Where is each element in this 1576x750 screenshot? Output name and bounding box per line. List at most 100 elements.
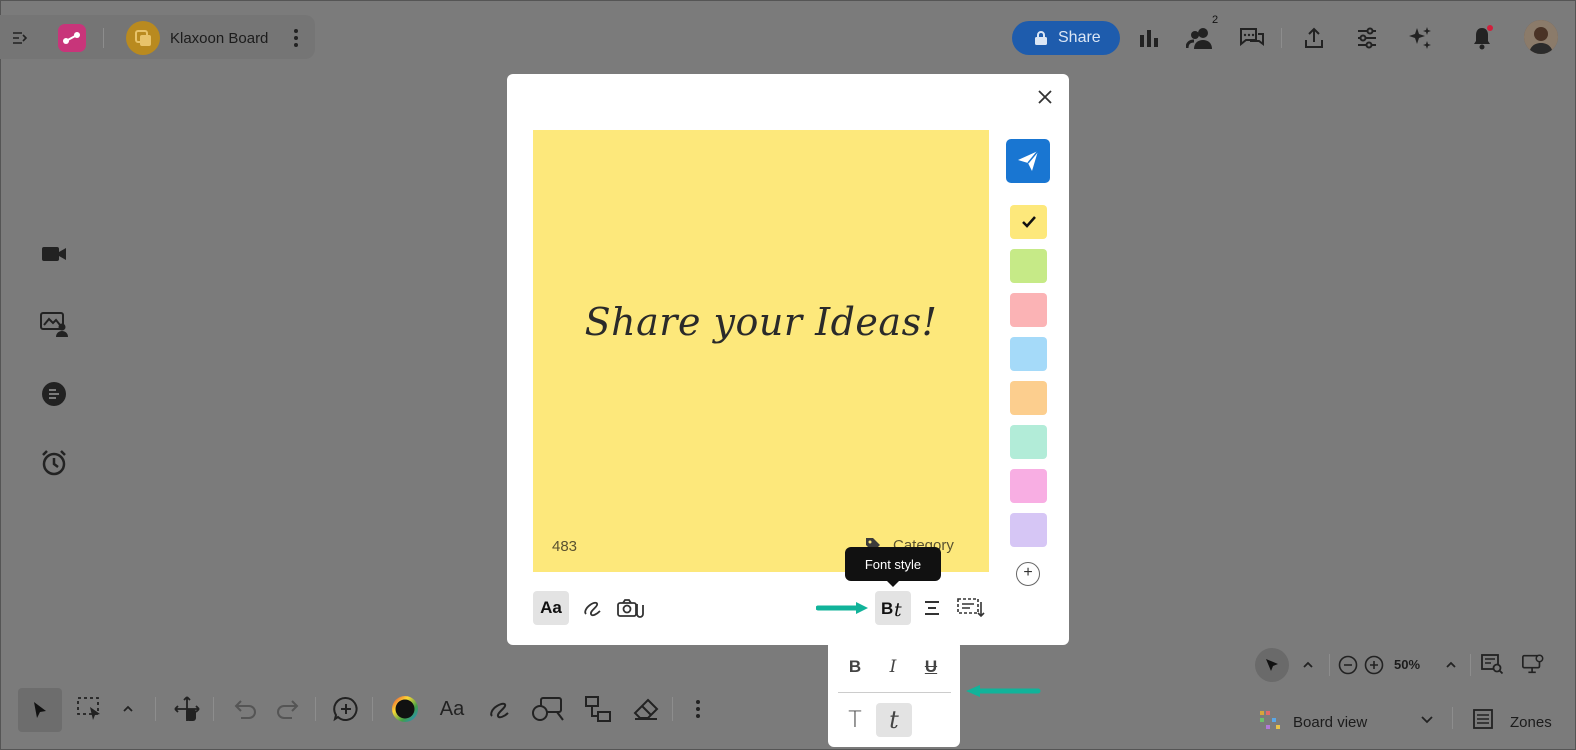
view-divider (1452, 707, 1453, 729)
underline-button[interactable]: U (914, 651, 948, 683)
add-color-button[interactable]: + (1016, 562, 1040, 586)
send-button[interactable] (1006, 139, 1050, 183)
sticky-note-text[interactable]: Share your Ideas! (533, 300, 989, 344)
zoom-level[interactable]: 50% (1394, 657, 1420, 672)
toolbar-divider (672, 697, 673, 721)
eraser-tool-button[interactable] (630, 693, 662, 725)
handwritten-font-button[interactable]: t (876, 703, 912, 737)
chat-icon[interactable] (1238, 24, 1266, 52)
zoom-in-icon[interactable] (1362, 653, 1386, 677)
zoom-divider (1470, 654, 1471, 676)
connector-tool-button[interactable] (582, 693, 614, 725)
board-logo-icon[interactable] (126, 21, 160, 55)
text-fit-button[interactable] (953, 591, 989, 625)
add-idea-button[interactable] (330, 693, 362, 725)
menu-toggle-icon[interactable] (10, 28, 30, 48)
media-button[interactable] (613, 591, 649, 625)
popup-divider (838, 692, 951, 693)
export-icon[interactable] (1300, 24, 1328, 52)
italic-button[interactable]: I (876, 651, 910, 683)
ai-sparkle-icon[interactable] (1406, 24, 1434, 52)
settings-sliders-icon[interactable] (1353, 24, 1381, 52)
color-swatch-pink[interactable] (1010, 293, 1047, 327)
shapes-icon (531, 696, 565, 722)
pan-tool-button[interactable] (171, 693, 203, 725)
agenda-icon[interactable] (40, 380, 68, 408)
timer-icon[interactable] (40, 449, 68, 477)
text-fit-icon (957, 597, 985, 619)
sticky-note-editor[interactable] (533, 130, 989, 572)
color-swatch-yellow[interactable] (1010, 205, 1047, 239)
navigation-mode-button[interactable] (1255, 648, 1289, 682)
color-swatch-mint[interactable] (1010, 425, 1047, 459)
color-swatch-green[interactable] (1010, 249, 1047, 283)
connector-icon (584, 695, 612, 723)
toolbar-divider (155, 697, 156, 721)
color-swatch-orange[interactable] (1010, 381, 1047, 415)
close-icon[interactable] (1034, 86, 1056, 108)
draw-tool-button[interactable] (484, 693, 516, 725)
color-wheel-icon (391, 695, 419, 723)
color-swatch-blue[interactable] (1010, 337, 1047, 371)
text-align-button[interactable] (914, 591, 950, 625)
participants-icon[interactable] (1186, 24, 1214, 52)
bold-italic-icon: Bt (879, 596, 907, 620)
eraser-icon (632, 697, 660, 721)
undo-icon (232, 698, 258, 720)
undo-button[interactable] (229, 693, 261, 725)
board-view-icon[interactable] (1258, 708, 1282, 732)
analytics-icon[interactable] (1135, 24, 1163, 52)
pen-scribble-icon (488, 698, 512, 720)
redo-button[interactable] (272, 693, 304, 725)
bold-button[interactable]: B (838, 651, 872, 683)
screen-settings-icon[interactable] (1521, 652, 1545, 676)
normal-font-button[interactable]: T (838, 704, 872, 736)
toolbar-divider (315, 697, 316, 721)
paper-plane-icon (1016, 149, 1040, 173)
pen-scribble-icon (582, 598, 604, 618)
color-picker-button[interactable] (389, 693, 421, 725)
user-avatar[interactable] (1524, 20, 1558, 54)
hand-move-icon (173, 695, 201, 723)
zoom-divider (1329, 654, 1330, 676)
app-logo[interactable] (58, 24, 86, 52)
share-button[interactable]: Share (1012, 21, 1120, 55)
cursor-arrow-icon (1263, 656, 1281, 674)
select-tool-button[interactable] (18, 688, 62, 732)
font-style-tooltip: Font style (845, 547, 941, 587)
chevron-up-icon (122, 705, 134, 713)
board-menu-icon[interactable] (288, 26, 304, 50)
share-label: Share (1058, 29, 1101, 46)
presenter-icon[interactable] (40, 310, 68, 338)
notifications-bell-icon[interactable] (1468, 24, 1496, 52)
color-swatch-lavender[interactable] (1010, 513, 1047, 547)
more-tools-button[interactable] (682, 693, 714, 725)
svg-text:t: t (894, 599, 902, 620)
checkmark-icon (1010, 205, 1047, 239)
teal-arrow-left (962, 683, 1042, 699)
text-mode-button[interactable]: Aa (533, 591, 569, 625)
shapes-tool-button[interactable] (532, 693, 564, 725)
chevron-up-icon[interactable] (1296, 653, 1320, 677)
zoom-out-icon[interactable] (1336, 653, 1360, 677)
board-name[interactable]: Klaxoon Board (170, 30, 268, 47)
zones-icon[interactable] (1471, 707, 1495, 731)
font-style-button[interactable]: Bt (875, 591, 911, 625)
select-options-chevron[interactable] (112, 693, 144, 725)
header-divider-right (1281, 28, 1282, 48)
board-search-icon[interactable] (1480, 652, 1504, 676)
character-counter: 483 (552, 538, 578, 555)
chevron-up-icon[interactable] (1439, 653, 1463, 677)
cursor-arrow-icon (31, 700, 49, 720)
video-camera-icon[interactable] (40, 240, 68, 268)
board-view-selector[interactable]: Board view (1293, 714, 1367, 731)
marquee-select-icon (76, 696, 104, 722)
redo-icon (275, 698, 301, 720)
chevron-down-icon[interactable] (1415, 708, 1439, 732)
marquee-select-button[interactable] (74, 693, 106, 725)
drawing-mode-button[interactable] (575, 591, 611, 625)
color-swatch-magenta[interactable] (1010, 469, 1047, 503)
text-tool-button[interactable]: Aa (436, 693, 468, 725)
toolbar-divider (372, 697, 373, 721)
zones-button[interactable]: Zones (1510, 714, 1552, 731)
